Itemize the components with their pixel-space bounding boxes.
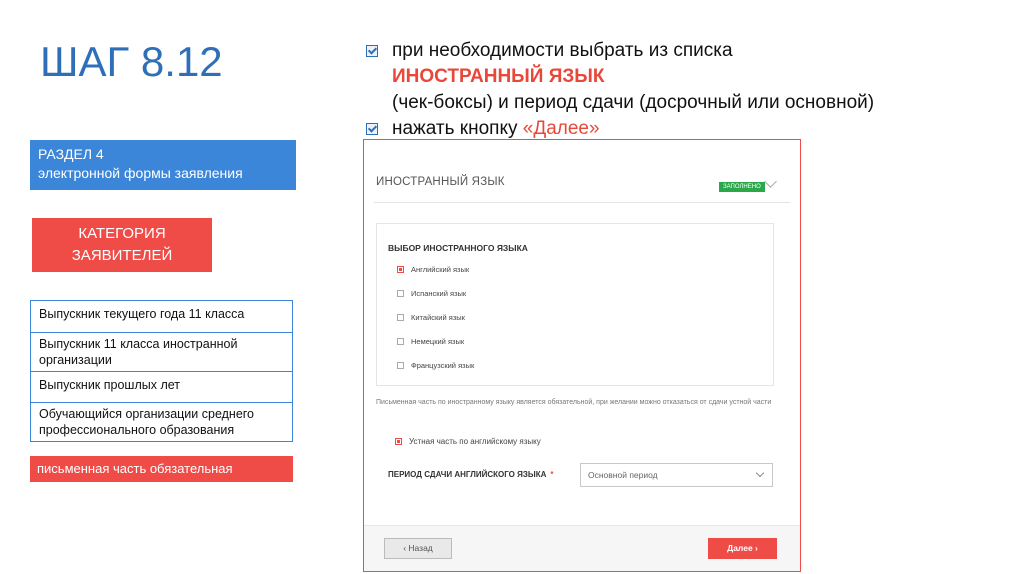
checkbox-icon[interactable] — [397, 338, 404, 345]
section-label-line-2: электронной формы заявления — [38, 165, 243, 181]
list-item: Выпускник прошлых лет — [31, 371, 292, 402]
oral-part-note: Письменная часть по иностранному языку я… — [376, 399, 772, 406]
list-item: Выпускник текущего года 11 класса — [39, 307, 245, 321]
period-select[interactable]: Основной период — [580, 463, 773, 487]
instruction-text-2: (чек-боксы) и период сдачи (досрочный ил… — [392, 92, 875, 113]
oral-part-checkbox[interactable]: Устная часть по английскому языку — [395, 437, 541, 446]
instructions: при необходимости выбрать из списка ИНОС… — [366, 38, 1006, 142]
status-badge: ЗАПОЛНЕНО — [719, 182, 765, 192]
divider — [374, 202, 790, 203]
category-label-line-2: ЗАЯВИТЕЛЕЙ — [71, 247, 173, 264]
checkbox-bullet-icon — [366, 123, 378, 135]
section-label: РАЗДЕЛ 4 электронной формы заявления — [30, 140, 296, 190]
language-option-spanish[interactable]: Испанский язык — [397, 289, 466, 298]
language-option-french[interactable]: Французский язык — [397, 361, 474, 370]
chevron-down-icon — [755, 468, 765, 478]
checkbox-icon[interactable] — [397, 314, 404, 321]
language-option-chinese[interactable]: Китайский язык — [397, 313, 465, 322]
language-option-english[interactable]: Английский язык — [397, 265, 469, 274]
list-item: Обучающийся организации среднего професс… — [31, 402, 292, 441]
category-label: КАТЕГОРИЯ ЗАЯВИТЕЛЕЙ — [32, 218, 212, 272]
section-label-line-1: РАЗДЕЛ 4 — [38, 146, 104, 162]
checkbox-checked-icon[interactable] — [397, 266, 404, 273]
instruction-line-1: при необходимости выбрать из списка — [366, 38, 1006, 64]
list-item: Выпускник 11 класса иностранной организа… — [31, 332, 292, 371]
language-option-german[interactable]: Немецкий язык — [397, 337, 464, 346]
language-panel-title: ВЫБОР ИНОСТРАННОГО ЯЗЫКА — [388, 243, 528, 253]
checkbox-bullet-icon — [366, 45, 378, 57]
category-label-line-1: КАТЕГОРИЯ — [78, 225, 166, 242]
instruction-highlight-language: ИНОСТРАННЫЙ ЯЗЫК — [392, 66, 605, 87]
period-label-text: ПЕРИОД СДАЧИ АНГЛИЙСКОГО ЯЗЫКА — [388, 470, 547, 479]
instruction-text-3: нажать кнопку — [392, 118, 523, 139]
chevron-down-icon[interactable] — [764, 175, 777, 188]
language-option-label: Немецкий язык — [411, 337, 465, 346]
checkbox-icon[interactable] — [397, 290, 404, 297]
written-part-badge: письменная часть обязательная — [30, 456, 293, 482]
period-label: ПЕРИОД СДАЧИ АНГЛИЙСКОГО ЯЗЫКА * — [388, 470, 553, 479]
instruction-text-1: при необходимости выбрать из списка — [392, 40, 733, 61]
language-option-label: Китайский язык — [411, 313, 465, 322]
checkbox-checked-icon[interactable] — [395, 438, 402, 445]
oral-part-label: Устная часть по английскому языку — [409, 437, 541, 446]
language-option-label: Испанский язык — [411, 289, 467, 298]
required-mark: * — [550, 470, 554, 479]
back-button[interactable]: ‹ Назад — [384, 538, 452, 559]
language-option-label: Французский язык — [411, 361, 475, 370]
language-option-label: Английский язык — [411, 265, 470, 274]
checkbox-icon[interactable] — [397, 362, 404, 369]
language-panel: ВЫБОР ИНОСТРАННОГО ЯЗЫКА Английский язык… — [376, 223, 774, 386]
period-select-value: Основной период — [588, 470, 658, 480]
step-title: ШАГ 8.12 — [40, 38, 223, 85]
form-screenshot: ИНОСТРАННЫЙ ЯЗЫК ЗАПОЛНЕНО ВЫБОР ИНОСТРА… — [363, 139, 801, 572]
applicant-category-list: Выпускник текущего года 11 класса Выпуск… — [30, 300, 293, 442]
next-button[interactable]: Далее › — [708, 538, 777, 559]
instruction-highlight-next: «Далее» — [522, 118, 600, 139]
form-section-title: ИНОСТРАННЫЙ ЯЗЫК — [376, 176, 505, 188]
